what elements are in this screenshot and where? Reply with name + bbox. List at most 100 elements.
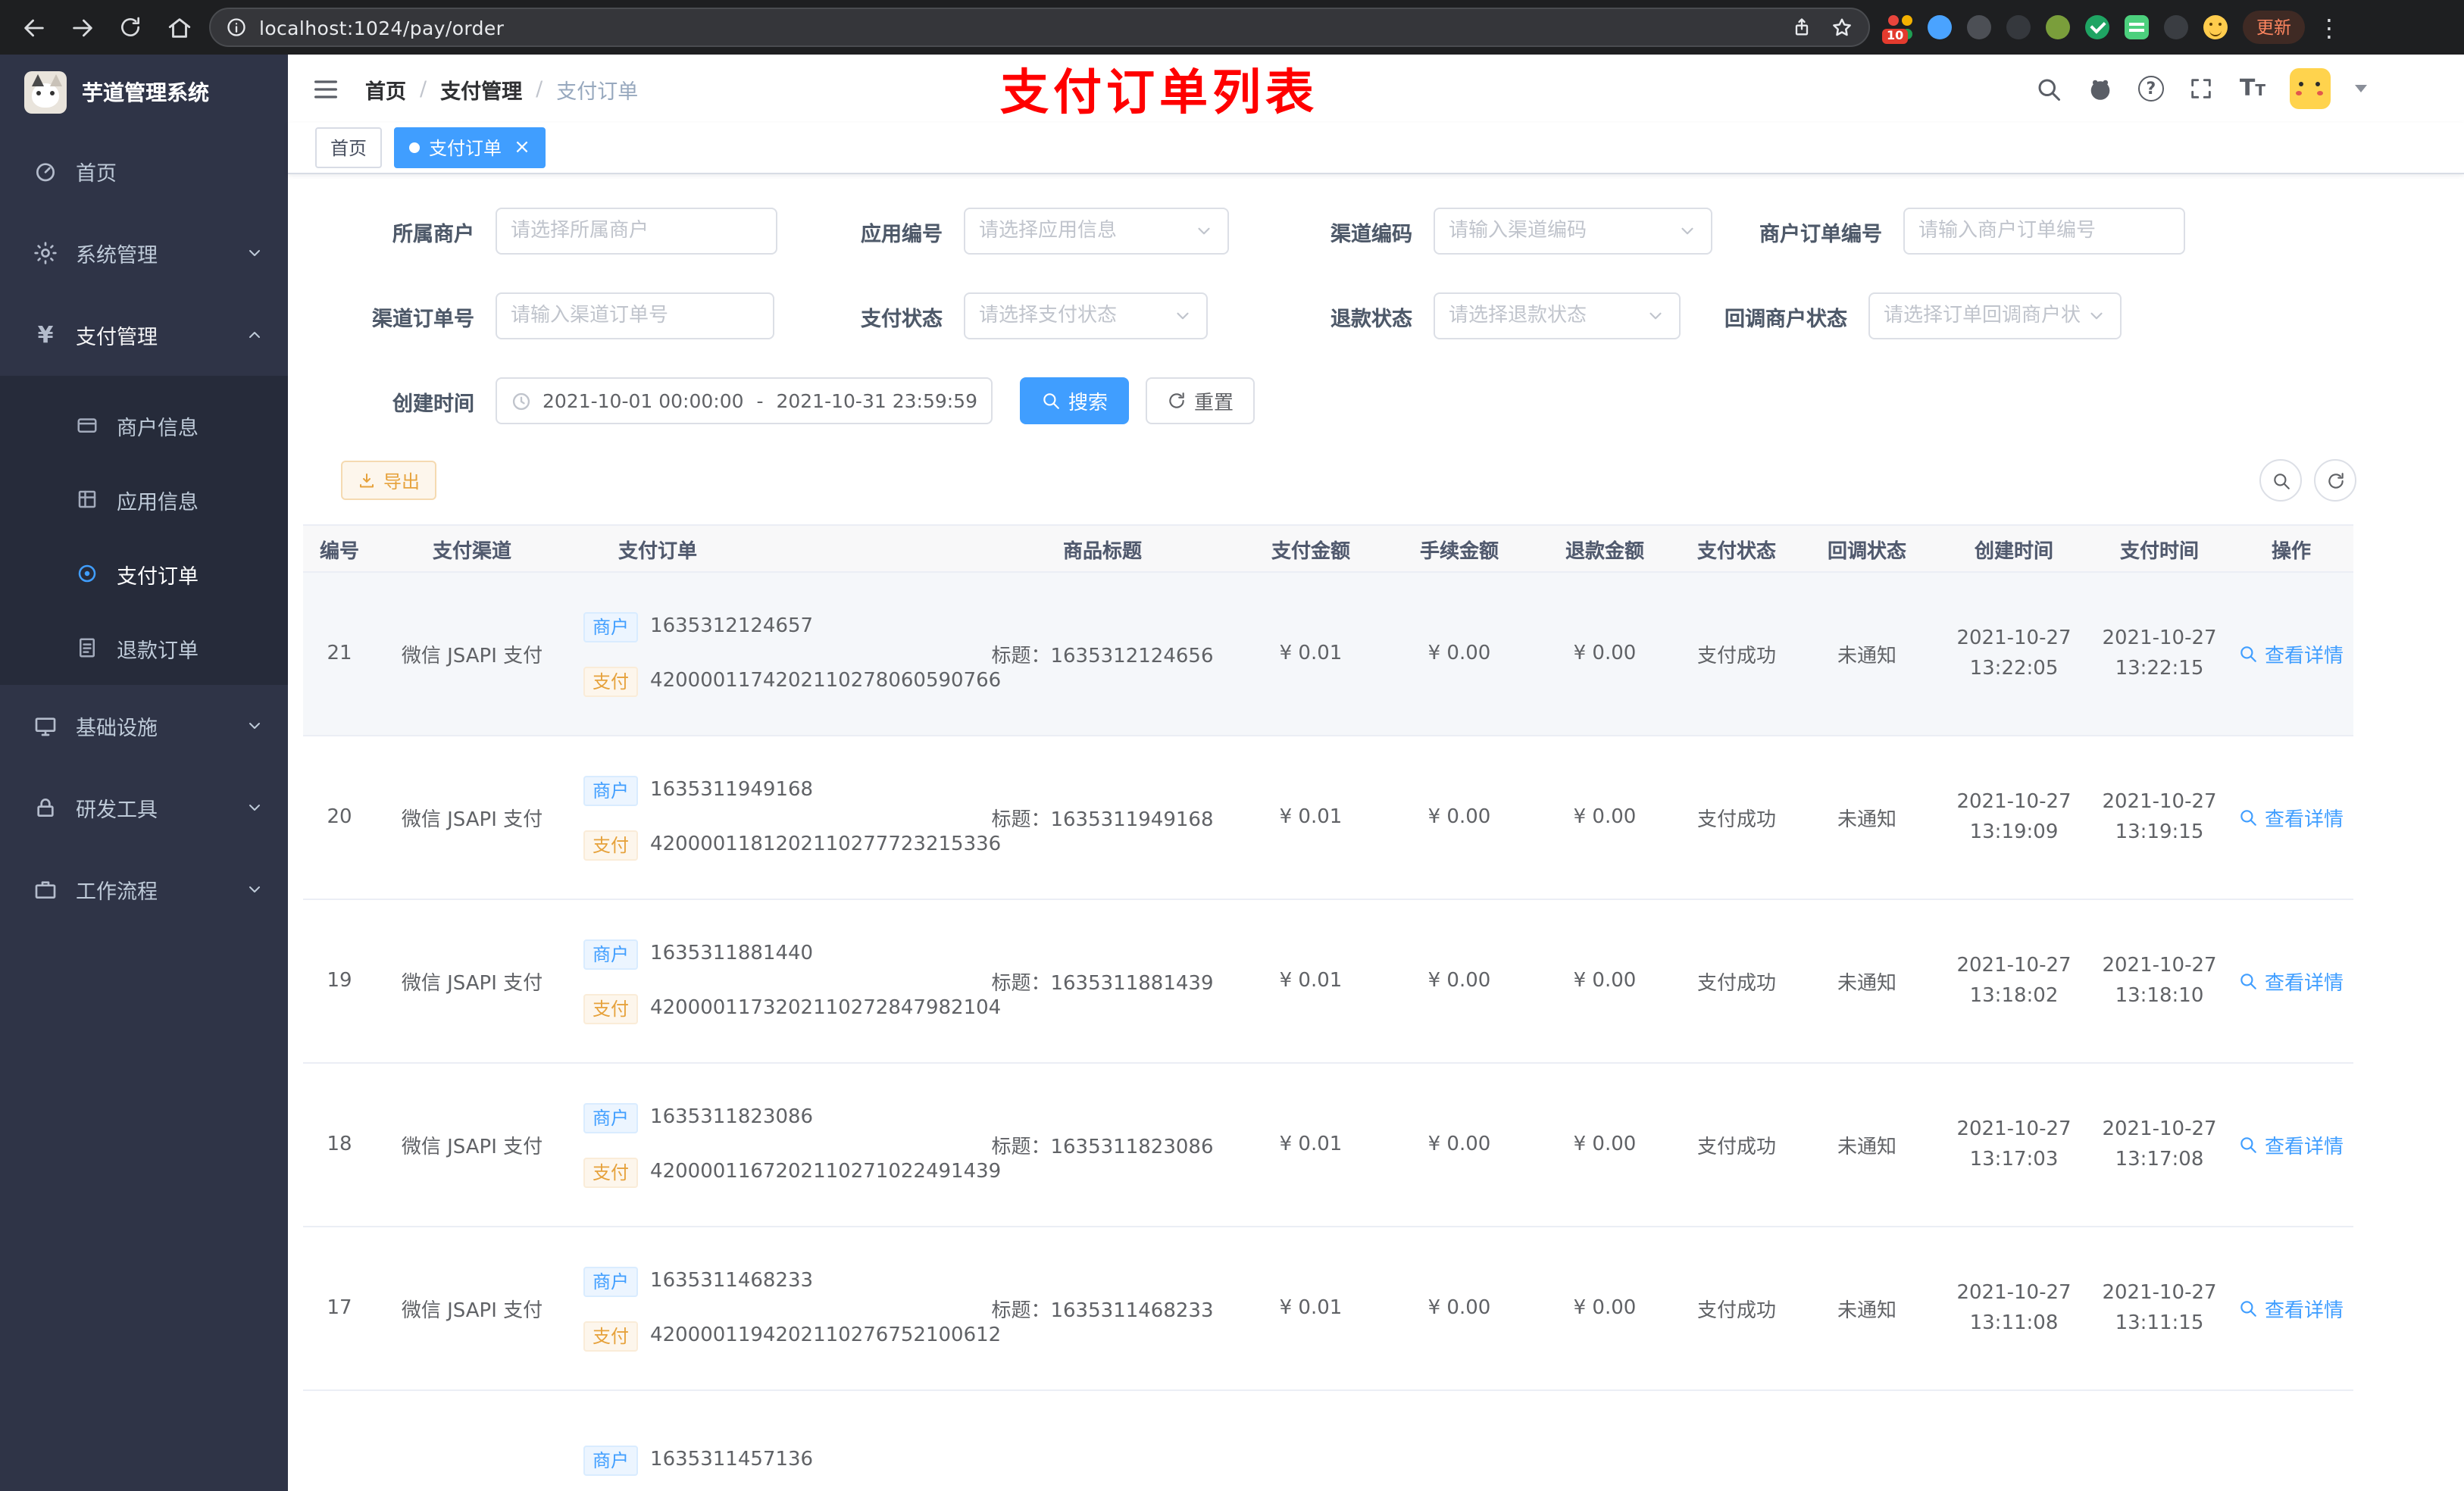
pay-status-select[interactable] — [964, 292, 1208, 339]
extension-dark-icon[interactable] — [1967, 15, 1991, 39]
monitor-icon — [33, 714, 58, 738]
status-text: 支付成功 — [1696, 1136, 1776, 1159]
chevron-down-icon — [2090, 312, 2103, 320]
bookmark-star-icon[interactable] — [1831, 16, 1853, 39]
extension-emoji-icon[interactable] — [2203, 15, 2228, 39]
app-logo: 芋道管理系统 — [0, 55, 288, 130]
search-icon — [2241, 810, 2257, 826]
search-icon — [2273, 473, 2289, 489]
logo-avatar — [24, 71, 67, 114]
merchant-select[interactable] — [496, 208, 777, 255]
active-dot-icon — [409, 142, 421, 153]
lock-icon — [33, 796, 58, 820]
sidebar-item-system[interactable]: 系统管理 — [0, 212, 288, 294]
channel-code-select[interactable] — [1434, 208, 1712, 255]
pay-badge: 支付 — [583, 666, 639, 696]
notify-text: 未通知 — [1837, 1136, 1896, 1159]
breadcrumb-home[interactable]: 首页 — [365, 73, 406, 104]
refresh-table-button[interactable] — [2314, 459, 2356, 502]
browser-forward-button[interactable] — [67, 12, 97, 42]
reset-button[interactable]: 重置 — [1146, 377, 1255, 424]
extension-olive-icon[interactable] — [2046, 15, 2070, 39]
extension-chat-icon[interactable] — [2125, 15, 2149, 39]
view-detail-link[interactable]: 查看详情 — [2229, 967, 2353, 996]
table-row: 20 微信 JSAPI 支付 商户 1635311949168 支付 4200001… — [303, 736, 2353, 900]
app-id-select[interactable] — [964, 208, 1229, 255]
search-button[interactable]: 搜索 — [1020, 377, 1130, 424]
pay-badge: 支付 — [583, 1321, 639, 1351]
share-icon[interactable] — [1791, 17, 1812, 38]
tab-pay-order[interactable]: 支付订单 × — [394, 127, 546, 168]
tab-home[interactable]: 首页 — [315, 127, 383, 168]
sidebar-item-refund-order[interactable]: 退款订单 — [0, 611, 288, 685]
help-icon[interactable]: ? — [2137, 76, 2164, 102]
table-header: 编号 支付渠道 支付订单 商品标题 支付金额 手续金额 退款金额 支付状态 回调… — [303, 524, 2353, 573]
extension-drop-icon[interactable] — [1928, 15, 1952, 39]
extension-check-icon[interactable] — [2085, 15, 2109, 39]
extension-dark2-icon[interactable] — [2006, 15, 2031, 39]
close-icon[interactable]: × — [514, 138, 530, 158]
refund-status-select[interactable] — [1434, 292, 1681, 339]
gear-icon — [33, 241, 58, 265]
view-detail-link[interactable]: 查看详情 — [2229, 1294, 2353, 1323]
sidebar-item-infra[interactable]: 基础设施 — [0, 685, 288, 767]
channel-order-no-input[interactable] — [496, 292, 774, 339]
search-icon — [1043, 393, 1059, 409]
sidebar-item-pay-order[interactable]: 支付订单 — [0, 536, 288, 611]
toggle-search-button[interactable] — [2259, 459, 2302, 502]
browser-menu-icon[interactable]: ⋮ — [2317, 13, 2341, 42]
download-icon — [360, 474, 374, 488]
top-navbar: 首页 / 支付管理 / 支付订单 支付订单列表 ? TT — [288, 55, 2464, 123]
app-title: 芋道管理系统 — [82, 82, 209, 106]
status-text: 支付成功 — [1696, 973, 1776, 996]
extension-colordots-icon[interactable]: 10 — [1882, 15, 1912, 44]
clock-icon — [512, 392, 530, 410]
merchant-order-no-input[interactable] — [1903, 208, 2185, 255]
search-icon — [2241, 974, 2257, 989]
table-row: 18 微信 JSAPI 支付 商户 1635311823086 支付 4200001… — [303, 1064, 2353, 1227]
github-icon[interactable] — [2087, 75, 2114, 102]
browser-home-button[interactable] — [164, 12, 194, 42]
date-end: 2021-10-31 23:59:59 — [776, 389, 977, 412]
create-time-range-picker[interactable]: 2021-10-01 00:00:00 - 2021-10-31 23:59:5… — [496, 377, 993, 424]
browser-back-button[interactable] — [18, 12, 48, 42]
view-detail-link[interactable]: 查看详情 — [2229, 639, 2353, 668]
view-detail-link[interactable]: 查看详情 — [2229, 1130, 2353, 1159]
search-icon — [2241, 1137, 2257, 1153]
fullscreen-icon[interactable] — [2188, 75, 2215, 102]
tags-view-bar: 首页 支付订单 × — [288, 123, 2464, 174]
sidebar-item-merchant-info[interactable]: 商户信息 — [0, 388, 288, 462]
address-bar[interactable]: localhost:1024/pay/order — [209, 8, 1870, 47]
extension-puzzle-icon[interactable] — [2164, 15, 2188, 39]
screen: localhost:1024/pay/order 10 更新 ⋮ 芋道管理系统 … — [0, 0, 2464, 1491]
browser-update-button[interactable]: 更新 — [2243, 11, 2305, 44]
grid-icon — [76, 488, 98, 511]
sidebar-item-app-info[interactable]: 应用信息 — [0, 462, 288, 536]
export-button[interactable]: 导出 — [341, 461, 437, 500]
view-detail-link[interactable]: 查看详情 — [2229, 803, 2353, 832]
chevron-down-icon — [245, 880, 264, 899]
sidebar-item-devtools[interactable]: 研发工具 — [0, 767, 288, 849]
search-icon — [2241, 1301, 2257, 1317]
filter-form: 所属商户 应用编号 渠道编码 商户订单编号 — [303, 174, 2449, 426]
page-content: 所属商户 应用编号 渠道编码 商户订单编号 — [288, 174, 2464, 1491]
user-avatar[interactable] — [2290, 68, 2331, 109]
table-row-partial: 商户 1635311457136 — [303, 1391, 2353, 1491]
sidebar-item-home[interactable]: 首页 — [0, 130, 288, 212]
breadcrumb-payment[interactable]: 支付管理 — [440, 73, 522, 104]
search-icon[interactable] — [2035, 75, 2062, 102]
sidebar-item-workflow[interactable]: 工作流程 — [0, 849, 288, 930]
site-info-icon[interactable] — [226, 17, 247, 38]
avatar-caret-icon[interactable] — [2355, 85, 2367, 92]
chevron-down-icon — [1649, 312, 1662, 320]
notify-status-select[interactable] — [1868, 292, 2122, 339]
chevron-down-icon — [245, 717, 264, 735]
dashboard-icon — [33, 159, 58, 183]
font-size-icon[interactable]: TT — [2240, 77, 2265, 100]
notify-text: 未通知 — [1837, 973, 1896, 996]
browser-refresh-button[interactable] — [115, 12, 145, 42]
hamburger-icon[interactable] — [311, 73, 341, 104]
sidebar-item-payment[interactable]: ¥ 支付管理 — [0, 294, 288, 376]
refresh-icon — [1169, 392, 1184, 408]
table-row: 17 微信 JSAPI 支付 商户 1635311468233 支付 4200001… — [303, 1227, 2353, 1391]
